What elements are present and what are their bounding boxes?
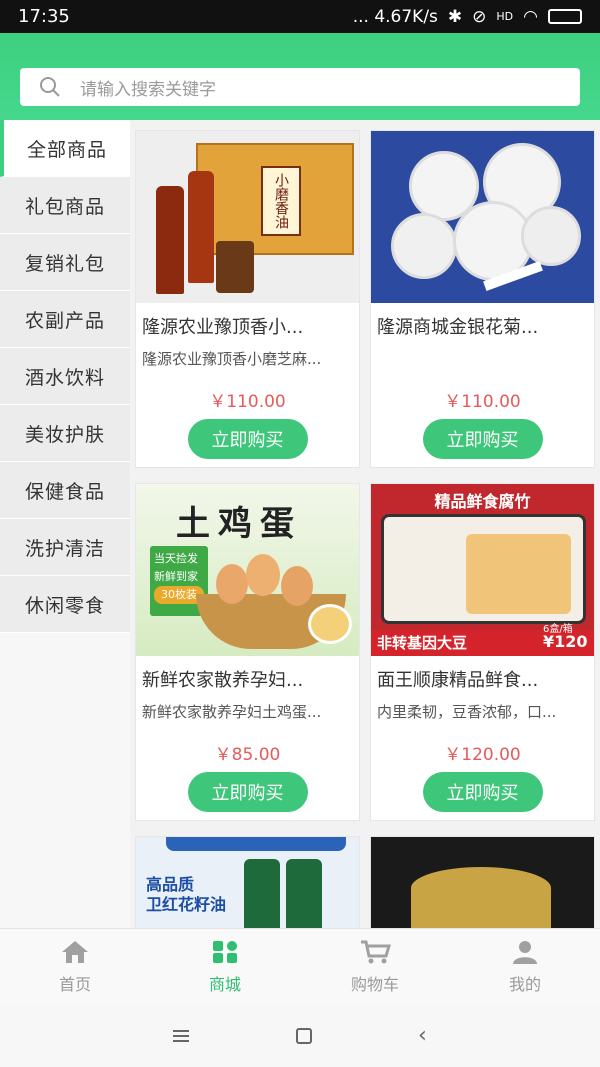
nav-cart[interactable]: 购物车 <box>300 929 450 1004</box>
hd-icon: HD <box>496 10 514 23</box>
product-price: ￥110.00 <box>444 392 521 412</box>
product-image-tofu-skin[interactable]: 精品鲜食腐竹 非转基因大豆 6盒/箱 ¥120 <box>371 484 594 656</box>
product-price: ￥120.00 <box>444 745 521 765</box>
buy-now-button[interactable]: 立即购买 <box>422 772 543 812</box>
back-icon[interactable]: ‹ <box>418 1023 427 1048</box>
product-image-label: 精品鲜食腐竹 <box>434 492 531 511</box>
product-desc <box>371 339 594 369</box>
sidebar-item-cleaning[interactable]: 洗护清洁 <box>0 519 130 576</box>
product-price: ￥85.00 <box>214 745 281 765</box>
buy-now-button[interactable]: 立即购买 <box>422 419 543 459</box>
status-time: 17:35 <box>18 6 70 27</box>
bottom-nav: 首页 商城 购物车 我的 <box>0 928 600 1004</box>
sidebar-item-health[interactable]: 保健食品 <box>0 462 130 519</box>
product-desc: 内里柔韧，豆香浓郁，口... <box>377 703 557 721</box>
product-title: 隆源农业豫顶香小... <box>142 317 304 338</box>
product-image-label: 小磨香油 <box>261 166 301 236</box>
product-list: 小磨香油 隆源农业豫顶香小... 隆源农业豫顶香小磨芝麻... ￥110.00 … <box>130 120 600 928</box>
home-icon <box>62 940 88 963</box>
mall-icon <box>213 940 237 963</box>
product-card[interactable]: 精品鲜食腐竹 非转基因大豆 6盒/箱 ¥120 面王顺康精品鲜食... 内里柔韧… <box>370 483 595 821</box>
product-title: 新鲜农家散养孕妇... <box>142 670 304 691</box>
nav-me[interactable]: 我的 <box>450 929 600 1004</box>
nav-home[interactable]: 首页 <box>0 929 150 1004</box>
bluetooth-icon: ✱ <box>447 6 463 27</box>
product-card[interactable]: 土鸡蛋 当天捡发 新鲜到家 30枚装 新鲜农家散养孕妇... 新鲜农家散养孕妇土… <box>135 483 360 821</box>
buy-now-button[interactable]: 立即购买 <box>187 419 308 459</box>
nav-label: 商城 <box>208 974 241 994</box>
battery-icon <box>548 9 582 24</box>
home-square-icon[interactable] <box>295 1027 312 1044</box>
sidebar-item-gift-pack[interactable]: 礼包商品 <box>0 177 130 234</box>
network-speed: ... 4.67K/s <box>352 6 438 27</box>
product-image-label: ¥120 <box>543 632 588 651</box>
product-image-label: 高品质 <box>146 875 195 894</box>
product-image-label: 卫红花籽油 <box>146 895 227 914</box>
nav-label: 购物车 <box>350 974 399 994</box>
product-image-gift-can[interactable] <box>371 837 594 928</box>
product-image-label: 土鸡蛋 <box>176 504 302 544</box>
sidebar-item-beauty[interactable]: 美妆护肤 <box>0 405 130 462</box>
product-card[interactable]: 高品质 卫红花籽油 <box>135 836 360 928</box>
search-input[interactable]: 请输入搜索关键字 <box>20 68 580 106</box>
sidebar-item-snacks[interactable]: 休闲零食 <box>0 576 130 633</box>
product-image-label: 新鲜到家 <box>154 570 198 583</box>
product-title: 隆源商城金银花菊... <box>377 317 539 338</box>
product-card[interactable]: 小磨香油 隆源农业豫顶香小... 隆源农业豫顶香小磨芝麻... ￥110.00 … <box>135 130 360 468</box>
sidebar-item-agri[interactable]: 农副产品 <box>0 291 130 348</box>
product-image-label: 非转基因大豆 <box>377 634 468 652</box>
product-image-eggs[interactable]: 土鸡蛋 当天捡发 新鲜到家 30枚装 <box>136 484 359 656</box>
system-nav-bar: ‹ <box>0 1004 600 1067</box>
nav-mall[interactable]: 商城 <box>150 929 300 1004</box>
product-desc: 新鲜农家散养孕妇土鸡蛋... <box>142 703 322 721</box>
product-desc: 隆源农业豫顶香小磨芝麻... <box>142 350 322 368</box>
product-image-sesame-oil[interactable]: 小磨香油 <box>136 131 359 303</box>
product-title: 面王顺康精品鲜食... <box>377 670 539 691</box>
product-image-flower-tea[interactable] <box>371 131 594 303</box>
menu-icon[interactable] <box>173 1027 190 1045</box>
product-image-label: 当天捡发 <box>154 552 198 565</box>
nav-label: 首页 <box>58 974 91 994</box>
product-card[interactable]: 隆源商城金银花菊... ￥110.00 立即购买 <box>370 130 595 468</box>
product-card[interactable] <box>370 836 595 928</box>
product-image-safflower-oil[interactable]: 高品质 卫红花籽油 <box>136 837 359 928</box>
nav-label: 我的 <box>508 974 541 994</box>
search-placeholder: 请输入搜索关键字 <box>80 79 216 100</box>
sidebar-item-resale-pack[interactable]: 复销礼包 <box>0 234 130 291</box>
category-sidebar: 全部商品 礼包商品 复销礼包 农副产品 酒水饮料 美妆护肤 保健食品 洗护清洁 … <box>0 120 130 928</box>
header: 请输入搜索关键字 <box>0 33 600 120</box>
sidebar-item-drinks[interactable]: 酒水饮料 <box>0 348 130 405</box>
sidebar-item-all[interactable]: 全部商品 <box>0 120 130 177</box>
buy-now-button[interactable]: 立即购买 <box>187 772 308 812</box>
wifi-icon: ◠ <box>523 6 538 27</box>
product-price: ￥110.00 <box>209 392 286 412</box>
search-icon <box>40 77 60 97</box>
cart-icon <box>361 940 391 963</box>
status-bar: 17:35 ... 4.67K/s ✱ ⊘ HD ◠ <box>0 0 600 33</box>
user-icon <box>513 940 537 964</box>
status-indicators: ... 4.67K/s ✱ ⊘ HD ◠ <box>353 7 582 27</box>
mute-icon: ⊘ <box>472 6 487 27</box>
